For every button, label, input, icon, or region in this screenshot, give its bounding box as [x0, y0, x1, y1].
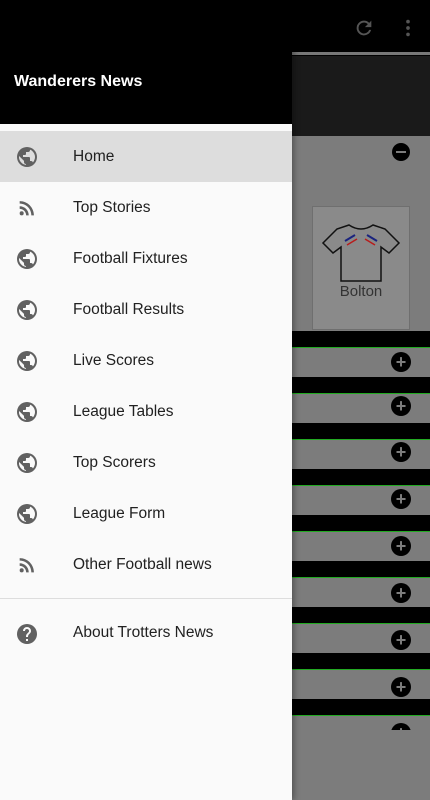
globe-icon — [15, 502, 39, 526]
globe-icon — [15, 451, 39, 475]
globe-icon — [15, 247, 39, 271]
drawer-header: Wanderers News — [0, 0, 292, 124]
globe-icon — [15, 298, 39, 322]
team-name: Bolton — [339, 283, 383, 300]
expand-icon[interactable]: + — [391, 352, 411, 372]
nav-item-home[interactable]: Home — [0, 131, 292, 182]
nav-label: Top Scorers — [73, 453, 156, 471]
nav-label: Live Scores — [73, 351, 154, 369]
expand-icon[interactable]: + — [391, 677, 411, 697]
nav-label: Football Results — [73, 300, 185, 318]
expand-icon[interactable]: + — [391, 536, 411, 556]
more-vert-icon[interactable] — [390, 10, 426, 46]
expand-icon[interactable]: + — [391, 630, 411, 650]
nav-label: Home — [73, 147, 115, 165]
nav-label: Top Stories — [73, 198, 151, 216]
expand-icon[interactable]: + — [391, 583, 411, 603]
globe-icon — [15, 349, 39, 373]
nav-item-other-football-news[interactable]: Other Football news — [0, 539, 292, 590]
nav-label: Other Football news — [73, 555, 212, 573]
globe-icon — [15, 400, 39, 424]
nav-item-football-results[interactable]: Football Results — [0, 284, 292, 335]
nav-item-football-fixtures[interactable]: Football Fixtures — [0, 233, 292, 284]
drawer-divider — [0, 598, 292, 599]
nav-item-about[interactable]: About Trotters News — [0, 608, 292, 658]
expand-icon[interactable]: + — [391, 396, 411, 416]
rss-icon — [15, 196, 39, 220]
nav-label: League Tables — [73, 402, 174, 420]
globe-icon — [15, 145, 39, 169]
expand-icon[interactable]: + — [391, 442, 411, 462]
expand-icon[interactable]: + — [391, 489, 411, 509]
drawer-menu: Home Top Stories Football Fixtures Footb… — [0, 131, 292, 590]
nav-item-top-scorers[interactable]: Top Scorers — [0, 437, 292, 488]
nav-item-league-form[interactable]: League Form — [0, 488, 292, 539]
nav-label: About Trotters News — [73, 624, 214, 641]
nav-label: Football Fixtures — [73, 249, 188, 267]
navigation-drawer: Wanderers News Home Top Stories Football… — [0, 0, 292, 800]
help-icon — [15, 622, 39, 646]
nav-item-league-tables[interactable]: League Tables — [0, 386, 292, 437]
rss-icon — [15, 553, 39, 577]
collapse-icon[interactable] — [391, 142, 411, 167]
nav-item-top-stories[interactable]: Top Stories — [0, 182, 292, 233]
shirt-icon — [321, 224, 401, 282]
nav-item-live-scores[interactable]: Live Scores — [0, 335, 292, 386]
drawer-title: Wanderers News — [14, 73, 143, 90]
team-card[interactable]: Bolton — [312, 206, 410, 330]
refresh-icon[interactable] — [346, 10, 382, 46]
nav-label: League Form — [73, 504, 166, 522]
loading-bar — [292, 52, 430, 55]
